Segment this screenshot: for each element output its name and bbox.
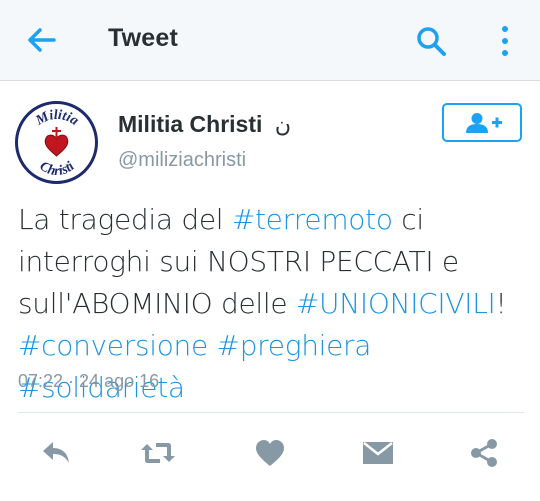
share-button[interactable] — [462, 431, 506, 475]
svg-text:Christi: Christi — [37, 159, 78, 179]
page-title: Tweet — [108, 24, 178, 52]
avatar-text-top: Militia — [33, 108, 81, 129]
tweet-actions — [0, 431, 540, 475]
like-button[interactable] — [248, 431, 292, 475]
svg-text:Militia: Militia — [33, 108, 81, 129]
text-part: La tragedia del — [18, 203, 232, 236]
display-name[interactable]: Militia Christi — [118, 111, 262, 137]
user-handle[interactable]: @miliziachristi — [118, 149, 246, 172]
add-user-icon — [466, 113, 502, 133]
reply-button[interactable] — [34, 431, 78, 475]
like-icon — [256, 440, 284, 466]
search-button[interactable] — [414, 24, 448, 58]
more-vertical-icon — [502, 26, 508, 56]
name-suffix: ن — [274, 113, 292, 138]
search-icon — [417, 27, 446, 56]
arrow-left-icon — [28, 28, 56, 52]
hashtag-link[interactable]: #conversione — [18, 329, 208, 362]
retweet-button[interactable] — [136, 431, 180, 475]
tweet-timestamp: 07:22 · 24 ago 16 — [18, 371, 160, 391]
hashtag-link[interactable]: #UNIONICIVILI — [296, 287, 496, 320]
text-part: ! — [495, 287, 507, 320]
overflow-menu-button[interactable] — [497, 24, 513, 60]
message-icon — [363, 442, 393, 464]
avatar[interactable]: Militia Christi — [15, 101, 98, 184]
hashtag-link[interactable]: #preghiera — [217, 329, 372, 362]
reply-icon — [43, 442, 69, 463]
follow-button[interactable] — [442, 103, 522, 142]
avatar-text-bottom: Christi — [37, 159, 78, 179]
direct-message-button[interactable] — [356, 431, 400, 475]
divider — [18, 412, 524, 413]
share-icon — [471, 439, 497, 467]
app-bar: Tweet — [0, 0, 540, 81]
hashtag-link[interactable]: #terremoto — [232, 203, 393, 236]
retweet-icon — [141, 443, 175, 463]
author-name-row[interactable]: Militia Christi ن — [118, 111, 291, 138]
tweet-detail: Militia Christi Militia Christi ن @miliz… — [0, 81, 540, 501]
back-button[interactable] — [24, 24, 60, 56]
